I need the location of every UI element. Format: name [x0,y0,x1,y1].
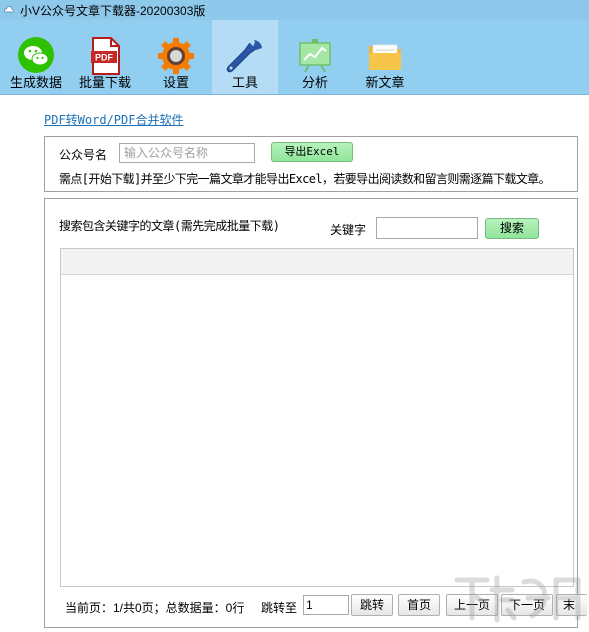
first-page-button[interactable]: 首页 [398,594,440,616]
results-table-header [61,249,573,275]
gear-icon [158,38,194,74]
toolbar-settings-button[interactable]: 设置 [143,20,209,94]
toolbar-label: 工具 [231,75,258,90]
results-table[interactable] [60,248,574,587]
search-button[interactable]: 搜索 [485,218,539,239]
wrench-icon [226,40,262,73]
account-name-input[interactable] [119,143,255,163]
export-group: 公众号名 导出Excel 需点[开始下载]并至少下完一篇文章才能导出Excel，… [44,136,578,192]
wechat-icon [18,37,54,73]
keyword-input[interactable] [376,217,478,239]
toolbar-label: 生成数据 [9,75,62,90]
toolbar-batch-download-button[interactable]: PDF 批量下载 [72,20,138,94]
page-number-input[interactable] [303,595,349,615]
toolbar-tools-button[interactable]: 工具 [212,20,278,94]
toolbar-generate-data-button[interactable]: 生成数据 [3,20,69,94]
svg-text:PDF: PDF [95,53,114,63]
toolbar-label: 分析 [301,75,328,90]
toolbar: 生成数据 PDF 批量下载 设置 工具 分析 新文章 [0,20,589,95]
watermark-logo [454,575,581,623]
toolbar-analysis-button[interactable]: 分析 [282,20,348,94]
toolbar-label: 新文章 [365,75,405,90]
window-title: 小V公众号文章下载器-20200303版 [20,4,206,18]
search-title: 搜索包含关键字的文章(需先完成批量下载) [59,219,280,233]
folder-icon [369,44,401,70]
tools-panel: PDF转Word/PDF合并软件 公众号名 导出Excel 需点[开始下载]并至… [0,95,589,632]
chart-board-icon [299,39,331,73]
export-excel-button[interactable]: 导出Excel [271,142,353,162]
jump-label: 跳转至 [261,601,298,615]
app-cloud-icon [4,6,14,13]
keyword-label: 关键字 [330,223,367,237]
pdf-converter-link[interactable]: PDF转Word/PDF合并软件 [44,111,183,128]
toolbar-label: 批量下载 [78,75,131,90]
search-group: 搜索包含关键字的文章(需先完成批量下载) 关键字 搜索 当前页：1/共0页；总数… [44,198,587,628]
page-info: 当前页：1/共0页；总数据量：0行 [65,601,245,615]
account-label: 公众号名 [59,148,108,162]
toolbar-new-articles-button[interactable]: 新文章 [352,20,418,94]
export-note: 需点[开始下载]并至少下完一篇文章才能导出Excel，若要导出阅读数和留言则需逐… [59,172,551,186]
toolbar-label: 设置 [162,75,189,90]
title-bar: 小V公众号文章下载器-20200303版 [0,0,589,20]
pdf-icon: PDF [91,37,120,75]
jump-button[interactable]: 跳转 [351,594,393,616]
